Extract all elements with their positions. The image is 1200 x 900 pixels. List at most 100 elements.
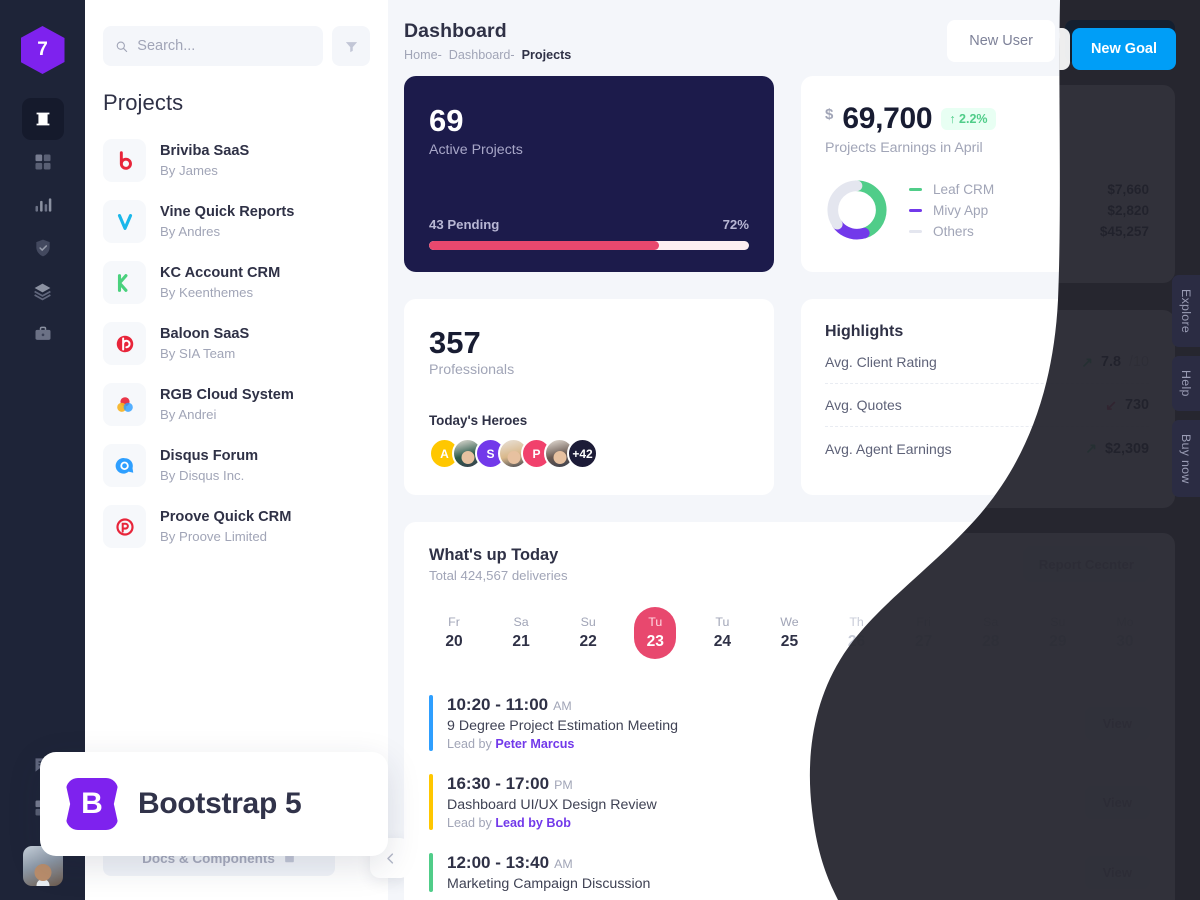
earnings-legend: Leaf CRM $7,660 Mivy App $2,820 Others $… <box>909 179 1149 242</box>
event-color-bar <box>429 853 433 892</box>
bootstrap-promo-badge[interactable]: B Bootstrap 5 <box>40 752 388 856</box>
project-name: KC Account CRM <box>160 265 281 281</box>
highlight-key: Avg. Agent Earnings <box>825 440 952 457</box>
highlight-value-group: ↗ 7.8/10 <box>1081 354 1149 371</box>
app-logo[interactable]: 7 <box>20 26 65 74</box>
legend-swatch <box>909 187 922 191</box>
rail-item-projects[interactable] <box>21 98 64 140</box>
search-box[interactable] <box>103 26 323 66</box>
new-goal-button-overlay[interactable]: New Goal <box>1072 28 1176 70</box>
project-name: Baloon SaaS <box>160 326 250 342</box>
view-button[interactable]: View <box>1084 785 1150 819</box>
search-input[interactable] <box>137 38 311 54</box>
whats-up-titles: What's up Today Total 424,567 deliveries <box>429 546 568 583</box>
earnings-body: Leaf CRM $7,660 Mivy App $2,820 Others $… <box>825 178 1149 242</box>
whats-up-title: What's up Today <box>429 546 559 564</box>
earnings-subtitle: Projects Earnings in April <box>825 140 983 156</box>
event-title: Marketing Campaign Discussion <box>447 876 651 892</box>
highlight-value-group: ↙ 730 <box>1105 397 1149 414</box>
highlight-value: 7.8 <box>1100 354 1121 370</box>
breadcrumb-item[interactable]: Dashboard- <box>449 48 515 62</box>
briefcase-icon <box>35 326 50 340</box>
list-item[interactable]: Vine Quick Reports By Andres <box>103 191 370 252</box>
event-meridiem: AM <box>554 857 573 871</box>
list-item[interactable]: Proove Quick CRM By Proove Limited <box>103 496 370 557</box>
rail-item-layers[interactable] <box>22 270 64 312</box>
highlight-value: $2,309 <box>1104 440 1149 457</box>
project-logo-proove <box>103 505 146 548</box>
list-item[interactable]: KC Account CRM By Keenthemes <box>103 252 370 313</box>
whats-up-header: What's up Today Total 424,567 deliveries… <box>429 546 1150 583</box>
day-number: 30 <box>1116 633 1134 650</box>
day-cell[interactable]: We 25 <box>768 607 810 659</box>
professionals-value: 357 <box>429 325 481 360</box>
rail-item-security[interactable] <box>22 227 64 269</box>
day-cell[interactable]: Fr 20 <box>433 607 475 659</box>
event-title: Dashboard UI/UX Design Review <box>447 797 657 813</box>
rgb-icon <box>116 396 133 412</box>
day-cell[interactable]: Fri 27 <box>903 607 945 659</box>
earnings-value: 69,700 <box>842 102 933 135</box>
side-tab-buy-now[interactable]: Buy now <box>1172 419 1200 498</box>
day-number: 25 <box>780 633 799 650</box>
new-user-button[interactable]: New User <box>947 20 1055 62</box>
day-cell[interactable]: Su 22 <box>567 607 609 659</box>
legend-swatch <box>909 208 922 212</box>
project-name: Proove Quick CRM <box>160 509 292 525</box>
side-tab-help[interactable]: Help <box>1172 356 1200 411</box>
bootstrap-label: Bootstrap 5 <box>138 787 302 820</box>
list-item[interactable]: Disqus Forum By Disqus Inc. <box>103 435 370 496</box>
legend-row: Leaf CRM $7,660 <box>909 179 1149 200</box>
breadcrumb-item[interactable]: Home- <box>404 48 442 62</box>
list-item[interactable]: 16:30 - 17:00 PM Dashboard UI/UX Design Re… <box>429 764 1150 843</box>
rail-item-analytics[interactable] <box>22 184 64 226</box>
day-cell[interactable]: Sa 28 <box>970 607 1012 659</box>
report-center-button[interactable]: Report Cecnter <box>1022 546 1150 582</box>
project-logo-disqus <box>103 444 146 487</box>
event-time: 10:20 - 11:00 AM <box>447 695 572 714</box>
day-cell-selected[interactable]: Tu 23 <box>634 607 677 659</box>
day-name: Sa <box>513 615 529 629</box>
list-item[interactable]: Briviba SaaS By James <box>103 130 370 191</box>
side-tabs: Explore Help Buy now <box>1172 275 1200 498</box>
day-number: 28 <box>982 633 1000 650</box>
rail-item-work[interactable] <box>22 313 64 355</box>
avatar-more[interactable]: +42 <box>567 438 598 469</box>
list-item[interactable]: 12:00 - 13:40 AM Marketing Campaign Discus… <box>429 843 1150 900</box>
kickstarter-icon <box>117 273 127 292</box>
list-item[interactable]: Baloon SaaS By SIA Team <box>103 313 370 374</box>
professionals-card: 357 Professionals Today's Heroes A S P +42 <box>404 299 774 495</box>
day-cell[interactable]: Su 29 <box>1037 607 1079 659</box>
event-lead-name[interactable]: Peter Marcus <box>495 737 574 751</box>
briviba-icon <box>119 150 132 170</box>
highlights-card: Highlights Avg. Client Rating ↗ 7.8/10 A… <box>801 299 1173 495</box>
table-row: Avg. Quotes ↙ 730 <box>825 384 1149 427</box>
day-name: Tu <box>648 615 663 629</box>
highlight-value: 730 <box>1124 397 1149 413</box>
list-item[interactable]: RGB Cloud System By Andrei <box>103 374 370 435</box>
event-time: 12:00 - 13:40 AM <box>447 853 573 872</box>
day-selector: Fr 20 Sa 21 Su 22 Tu 23 Tu 24 We 25 Th 26 Fri 27 Sa 28 Su 2… <box>429 607 1150 659</box>
proove-icon <box>115 517 134 536</box>
highlight-denominator: /10 <box>1128 354 1149 370</box>
project-text: Proove Quick CRM By Proove Limited <box>160 507 291 546</box>
day-cell[interactable]: Th 26 <box>836 607 878 659</box>
event-lead-name[interactable]: Lead by Bob <box>495 816 571 830</box>
side-tab-explore[interactable]: Explore <box>1172 275 1200 348</box>
day-cell[interactable]: Tu 24 <box>701 607 743 659</box>
event-color-bar <box>429 695 433 751</box>
view-button[interactable]: View <box>1084 856 1150 889</box>
legend-name: Leaf CRM <box>933 181 995 197</box>
rail-item-dashboards[interactable] <box>22 141 64 183</box>
project-text: KC Account CRM By Keenthemes <box>160 263 280 302</box>
day-number: 26 <box>847 633 866 650</box>
project-by: By Andrei <box>160 407 217 422</box>
view-button[interactable]: View <box>1084 706 1150 740</box>
list-item[interactable]: 10:20 - 11:00 AM 9 Degree Project Estimati… <box>429 685 1150 764</box>
project-name: RGB Cloud System <box>160 387 294 403</box>
day-cell[interactable]: Mo 30 <box>1104 607 1146 659</box>
earnings-card: $ 69,700 ↑ 2.2% Projects Earnings in Apr… <box>801 76 1173 272</box>
new-goal-label: New Goal <box>1090 41 1158 57</box>
filter-button[interactable] <box>332 26 370 66</box>
day-cell[interactable]: Sa 21 <box>500 607 542 659</box>
